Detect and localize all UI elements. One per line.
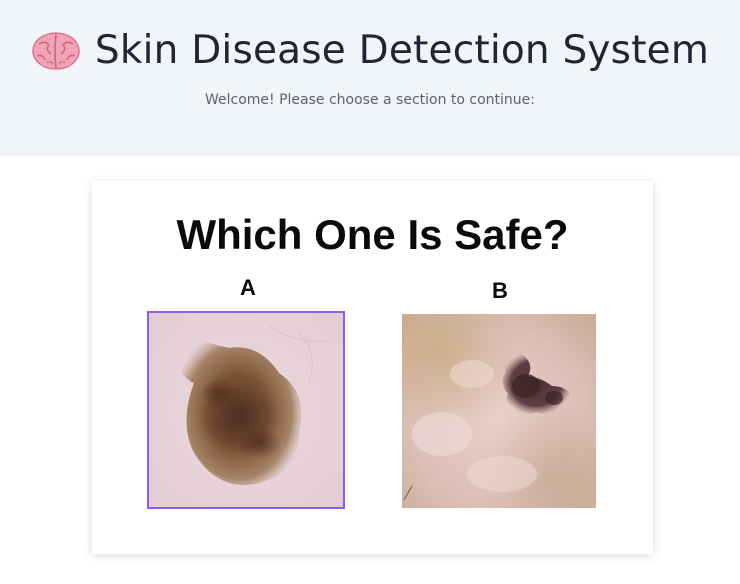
option-a-label: A	[240, 275, 256, 300]
option-b-image[interactable]	[402, 314, 596, 508]
brain-icon	[31, 30, 81, 72]
option-a-image[interactable]	[147, 311, 345, 509]
page-header: Skin Disease Detection System Welcome! P…	[0, 0, 740, 156]
title-row: Skin Disease Detection System	[0, 28, 740, 73]
page-title: Skin Disease Detection System	[94, 28, 710, 73]
welcome-subtitle: Welcome! Please choose a section to cont…	[204, 92, 536, 108]
option-b-label: B	[492, 278, 508, 303]
quiz-question: Which One Is Safe?	[176, 211, 569, 258]
quiz-card: Which One Is Safe? A B	[92, 181, 653, 554]
